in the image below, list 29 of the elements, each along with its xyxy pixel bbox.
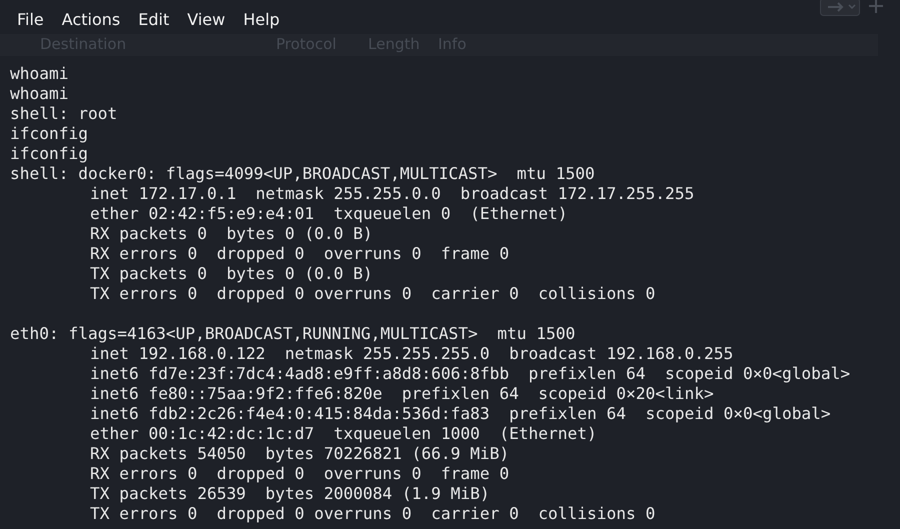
menu-item[interactable]: Edit <box>138 10 170 28</box>
terminal-line: whoami <box>10 84 68 103</box>
terminal-line: ifconfig <box>10 124 88 143</box>
terminal-line: shell: root <box>10 104 118 123</box>
terminal-line: inet 172.17.0.1 netmask 255.255.0.0 broadcast 172.17.255.255 <box>90 184 694 203</box>
terminal-line: TX errors 0 dropped 0 overruns 0 carrier 0 collisions 0 <box>90 284 656 303</box>
terminal-line: ifconfig <box>10 144 88 163</box>
terminal-line: inet 192.168.0.122 netmask 255.255.255.0 broadcast 192.168.0.255 <box>90 344 734 363</box>
terminal-line: RX errors 0 dropped 0 overruns 0 frame 0 <box>90 244 510 263</box>
toolbar-icon[interactable] <box>820 0 860 16</box>
terminal-line: inet6 fe80::75aa:9f2:ffe6:820e prefixlen 64 scopeid 0×20<link> <box>90 384 714 403</box>
terminal-line: inet6 fdb2:2c26:f4e4:0:415:84da:536d:fa83 prefixlen 64 scopeid 0×0<global> <box>90 404 831 423</box>
menu-item[interactable]: Help <box>243 10 280 28</box>
terminal-line: RX errors 0 dropped 0 overruns 0 frame 0 <box>90 464 510 483</box>
terminal-line: RX packets 54050 bytes 70226821 (66.9 MiB) <box>90 444 510 463</box>
terminal-line: whoami <box>10 64 68 83</box>
terminal-line: eth0: flags=4163<UP,BROADCAST,RUNNING,MULTICAST> mtu 1500 <box>10 324 576 343</box>
menu-item[interactable]: File <box>17 10 44 28</box>
menu-item[interactable]: View <box>187 10 226 28</box>
menu-item[interactable]: Actions <box>62 10 120 28</box>
terminal-line: TX errors 0 dropped 0 overruns 0 carrier 0 collisions 0 <box>90 504 656 523</box>
terminal-line: ether 02:42:f5:e9:e4:01 txqueuelen 0 (Ethernet) <box>90 204 568 223</box>
terminal-line: TX packets 0 bytes 0 (0.0 B) <box>90 264 373 283</box>
terminal-line: TX packets 26539 bytes 2000084 (1.9 MiB) <box>90 484 490 503</box>
terminal-line: ether 00:1c:42:dc:1c:d7 txqueuelen 1000 (Ethernet) <box>90 424 597 443</box>
terminal-line: inet6 fd7e:23f:7dc4:4ad8:e9ff:a8d8:606:8fbb prefixlen 64 scopeid 0×0<global> <box>90 364 850 383</box>
plus-icon[interactable] <box>868 0 884 14</box>
terminal-line: shell: docker0: flags=4099<UP,BROADCAST,MULTICAST> mtu 1500 <box>10 164 595 183</box>
terminal-line: RX packets 0 bytes 0 (0.0 B) <box>90 224 373 243</box>
